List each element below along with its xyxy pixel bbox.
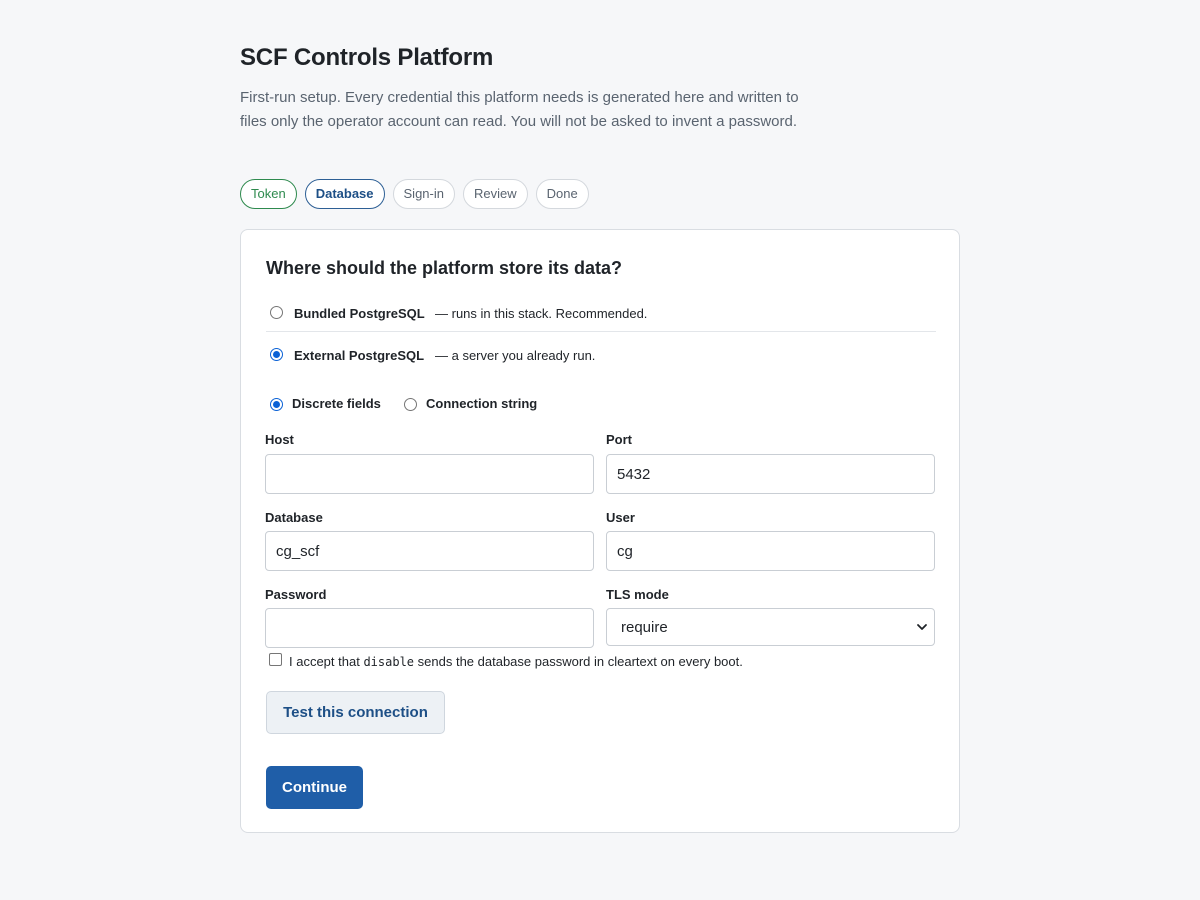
database-card: Where should the platform store its data… xyxy=(240,229,960,833)
accept-prefix: I accept that xyxy=(289,654,360,669)
bundled-postgres-description: — runs in this stack. Recommended. xyxy=(435,306,648,321)
tls-mode-label: TLS mode xyxy=(606,587,669,602)
bundled-postgres-radio[interactable] xyxy=(270,306,283,319)
host-label: Host xyxy=(265,432,294,447)
user-input[interactable] xyxy=(606,531,935,571)
port-label: Port xyxy=(606,432,632,447)
bundled-postgres-name: Bundled PostgreSQL xyxy=(294,306,425,321)
connection-string-radio[interactable] xyxy=(404,398,417,411)
card-heading: Where should the platform store its data… xyxy=(266,258,623,278)
step-indicator: Token Database Sign-in Review Done xyxy=(240,179,589,209)
connection-string-label[interactable]: Connection string xyxy=(426,396,537,411)
intro-text: First-run setup. Every credential this p… xyxy=(240,89,799,130)
port-input[interactable] xyxy=(606,454,935,494)
host-input[interactable] xyxy=(265,454,594,494)
discrete-fields-label[interactable]: Discrete fields xyxy=(292,396,381,411)
step-done[interactable]: Done xyxy=(535,179,589,209)
step-review[interactable]: Review xyxy=(462,179,528,209)
external-postgres-description: — a server you already run. xyxy=(435,348,596,363)
step-token[interactable]: Token xyxy=(240,179,297,209)
tls-mode-select[interactable]: require xyxy=(606,608,935,646)
page-title: SCF Controls Platform xyxy=(240,44,494,71)
test-connection-button[interactable]: Test this connection xyxy=(266,691,445,734)
accept-suffix: sends the database password in cleartext… xyxy=(417,654,743,669)
external-postgres-label[interactable]: External PostgreSQL xyxy=(294,348,424,363)
chevron-down-icon xyxy=(917,624,927,630)
accept-cleartext-checkbox[interactable] xyxy=(269,653,282,666)
accept-cleartext-label[interactable]: I accept that disable sends the database… xyxy=(289,654,743,669)
tls-mode-value: require xyxy=(621,619,668,636)
step-database[interactable]: Database xyxy=(304,179,385,209)
bundled-postgres-label[interactable]: Bundled PostgreSQL xyxy=(294,306,425,321)
discrete-fields-radio[interactable] xyxy=(270,398,283,411)
database-input[interactable] xyxy=(265,531,594,571)
accept-code: disable xyxy=(363,655,415,669)
external-postgres-radio[interactable] xyxy=(270,348,283,361)
password-input[interactable] xyxy=(265,608,594,648)
step-sign-in[interactable]: Sign-in xyxy=(392,179,455,209)
user-label: User xyxy=(606,510,635,525)
continue-button[interactable]: Continue xyxy=(266,766,363,809)
option-divider xyxy=(266,331,936,332)
password-label: Password xyxy=(265,587,327,602)
database-label: Database xyxy=(265,510,323,525)
external-postgres-name: External PostgreSQL xyxy=(294,348,425,363)
